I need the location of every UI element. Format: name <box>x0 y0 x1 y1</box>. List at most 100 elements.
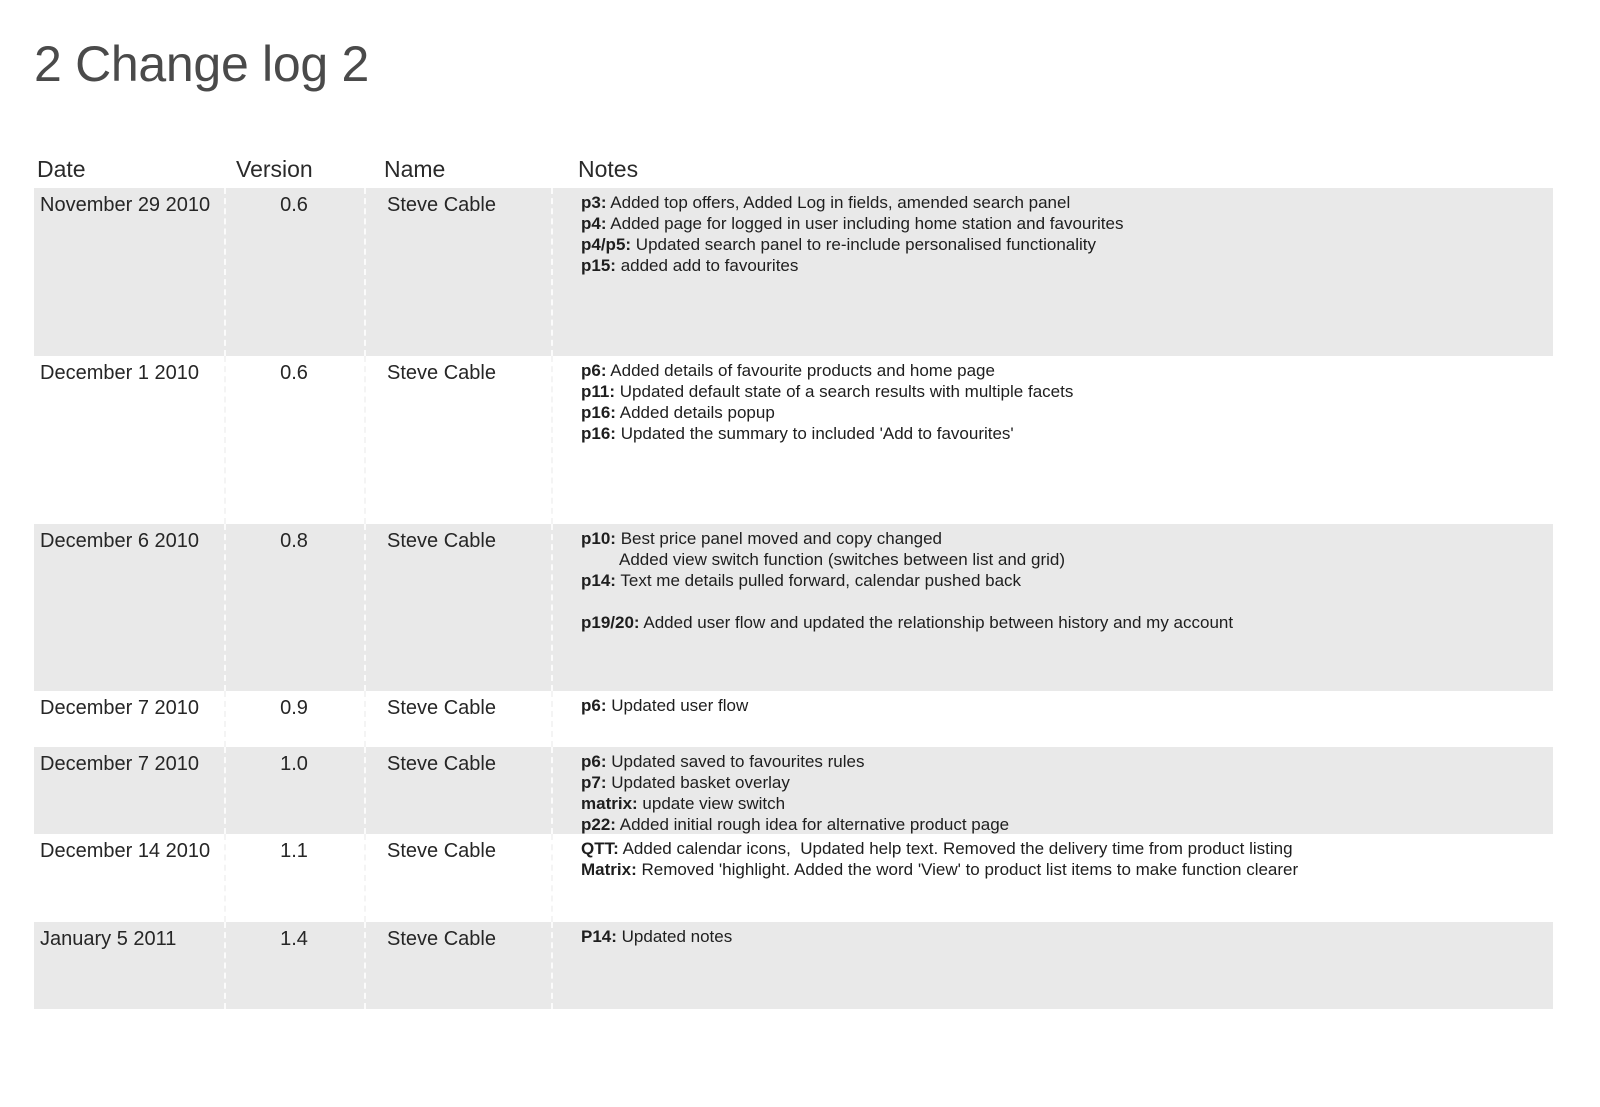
note-line: p6: Updated user flow <box>581 695 1553 716</box>
note-text: Added initial rough idea for alternative… <box>615 815 1010 834</box>
notes-cell: p6: Updated saved to favourites rules p7:… <box>553 747 1553 834</box>
version-cell: 1.4 <box>226 922 366 1009</box>
notes-cell: QTT: Added calendar icons, Updated help … <box>553 834 1553 922</box>
column-header-version: Version <box>236 156 313 182</box>
note-text: update view switch <box>637 794 786 813</box>
date-cell: December 7 2010 <box>34 691 226 747</box>
name-cell: Steve Cable <box>366 691 553 747</box>
page-title: 2 Change log 2 <box>34 36 369 92</box>
notes-cell: P14: Updated notes <box>553 922 1553 1009</box>
note-text: Updated default state of a search result… <box>615 382 1074 401</box>
note-text: Added page for logged in user including … <box>606 214 1124 233</box>
version-cell: 1.0 <box>226 747 366 834</box>
note-page-tag: p15: <box>581 256 616 275</box>
date-cell: December 1 2010 <box>34 356 226 524</box>
note-text: Removed 'highlight. Added the word 'View… <box>636 860 1299 879</box>
note-text: Added calendar icons, Updated help text.… <box>618 839 1293 858</box>
note-text: Updated notes <box>616 927 733 946</box>
note-page-tag: p16: <box>581 424 616 443</box>
version-cell: 0.9 <box>226 691 366 747</box>
note-page-tag: p16: <box>581 403 616 422</box>
note-text: Text me details pulled forward, calendar… <box>615 571 1022 590</box>
name-cell: Steve Cable <box>366 356 553 524</box>
note-page-tag: p4: <box>581 214 607 233</box>
column-header-notes: Notes <box>578 156 639 182</box>
note-line: p3: Added top offers, Added Log in field… <box>581 192 1553 213</box>
notes-cell: p10: Best price panel moved and copy cha… <box>553 524 1553 691</box>
note-line: p15: added add to favourites <box>581 255 1553 276</box>
note-line <box>581 591 1553 612</box>
version-cell: 1.1 <box>226 834 366 922</box>
note-line: matrix: update view switch <box>581 793 1553 814</box>
column-header-name: Name <box>384 156 446 182</box>
note-text: added add to favourites <box>615 256 799 275</box>
note-page-tag: Matrix: <box>581 860 637 879</box>
note-page-tag: QTT: <box>581 839 619 858</box>
note-line: p19/20: Added user flow and updated the … <box>581 612 1553 633</box>
note-page-tag: P14: <box>581 927 617 946</box>
table-row: December 1 2010 0.6 Steve Cable p6: Adde… <box>34 356 1553 524</box>
table-row: December 6 2010 0.8 Steve Cable p10: Bes… <box>34 524 1553 691</box>
notes-cell: p6: Updated user flow <box>553 691 1553 747</box>
note-text: Added top offers, Added Log in fields, a… <box>606 193 1071 212</box>
note-page-tag: p11: <box>581 382 616 401</box>
note-page-tag: p14: <box>581 571 616 590</box>
note-line: p4/p5: Updated search panel to re-includ… <box>581 234 1553 255</box>
date-cell: November 29 2010 <box>34 188 226 356</box>
note-text: Updated saved to favourites rules <box>606 752 865 771</box>
note-line: p11: Updated default state of a search r… <box>581 381 1553 402</box>
version-cell: 0.6 <box>226 356 366 524</box>
note-text: Added view switch function (switches bet… <box>619 550 1065 569</box>
table-row: December 7 2010 0.9 Steve Cable p6: Upda… <box>34 691 1553 747</box>
notes-cell: p6: Added details of favourite products … <box>553 356 1553 524</box>
version-cell: 0.8 <box>226 524 366 691</box>
table-header: Date Version Name Notes <box>34 150 1553 188</box>
note-text: Updated basket overlay <box>606 773 790 792</box>
note-line: p22: Added initial rough idea for altern… <box>581 814 1553 835</box>
note-line: p4: Added page for logged in user includ… <box>581 213 1553 234</box>
note-page-tag: matrix: <box>581 794 638 813</box>
note-text: Added details popup <box>615 403 775 422</box>
date-cell: December 6 2010 <box>34 524 226 691</box>
note-page-tag: p6: <box>581 361 607 380</box>
note-line: Added view switch function (switches bet… <box>581 549 1553 570</box>
note-page-tag: p22: <box>581 815 616 834</box>
table-row: December 14 2010 1.1 Steve Cable QTT: Ad… <box>34 834 1553 922</box>
change-log-table: Date Version Name Notes November 29 2010… <box>34 150 1553 1009</box>
note-line: p7: Updated basket overlay <box>581 772 1553 793</box>
note-line: p6: Updated saved to favourites rules <box>581 751 1553 772</box>
table-body: November 29 2010 0.6 Steve Cable p3: Add… <box>34 188 1553 1009</box>
note-line: Matrix: Removed 'highlight. Added the wo… <box>581 859 1553 880</box>
note-line: p14: Text me details pulled forward, cal… <box>581 570 1553 591</box>
note-page-tag: p3: <box>581 193 607 212</box>
date-cell: January 5 2011 <box>34 922 226 1009</box>
name-cell: Steve Cable <box>366 524 553 691</box>
date-cell: December 7 2010 <box>34 747 226 834</box>
notes-cell: p3: Added top offers, Added Log in field… <box>553 188 1553 356</box>
note-text: Updated the summary to included 'Add to … <box>615 424 1014 443</box>
note-text: Added user flow and updated the relation… <box>639 613 1234 632</box>
note-line: QTT: Added calendar icons, Updated help … <box>581 838 1553 859</box>
note-page-tag: p19/20: <box>581 613 640 632</box>
note-line: p6: Added details of favourite products … <box>581 360 1553 381</box>
version-cell: 0.6 <box>226 188 366 356</box>
note-line: P14: Updated notes <box>581 926 1553 947</box>
note-page-tag: p4/p5: <box>581 235 632 254</box>
name-cell: Steve Cable <box>366 922 553 1009</box>
note-line: p16: Added details popup <box>581 402 1553 423</box>
note-text: Best price panel moved and copy changed <box>615 529 943 548</box>
table-row: November 29 2010 0.6 Steve Cable p3: Add… <box>34 188 1553 356</box>
note-text: Updated search panel to re-include perso… <box>631 235 1097 254</box>
note-line: p10: Best price panel moved and copy cha… <box>581 528 1553 549</box>
note-line: p16: Updated the summary to included 'Ad… <box>581 423 1553 444</box>
note-text: Added details of favourite products and … <box>606 361 995 380</box>
note-text: Updated user flow <box>606 696 749 715</box>
name-cell: Steve Cable <box>366 834 553 922</box>
table-row: December 7 2010 1.0 Steve Cable p6: Upda… <box>34 747 1553 834</box>
date-cell: December 14 2010 <box>34 834 226 922</box>
note-page-tag: p6: <box>581 752 607 771</box>
note-page-tag: p10: <box>581 529 616 548</box>
name-cell: Steve Cable <box>366 188 553 356</box>
column-header-date: Date <box>37 156 86 182</box>
table-row: January 5 2011 1.4 Steve Cable P14: Upda… <box>34 922 1553 1009</box>
